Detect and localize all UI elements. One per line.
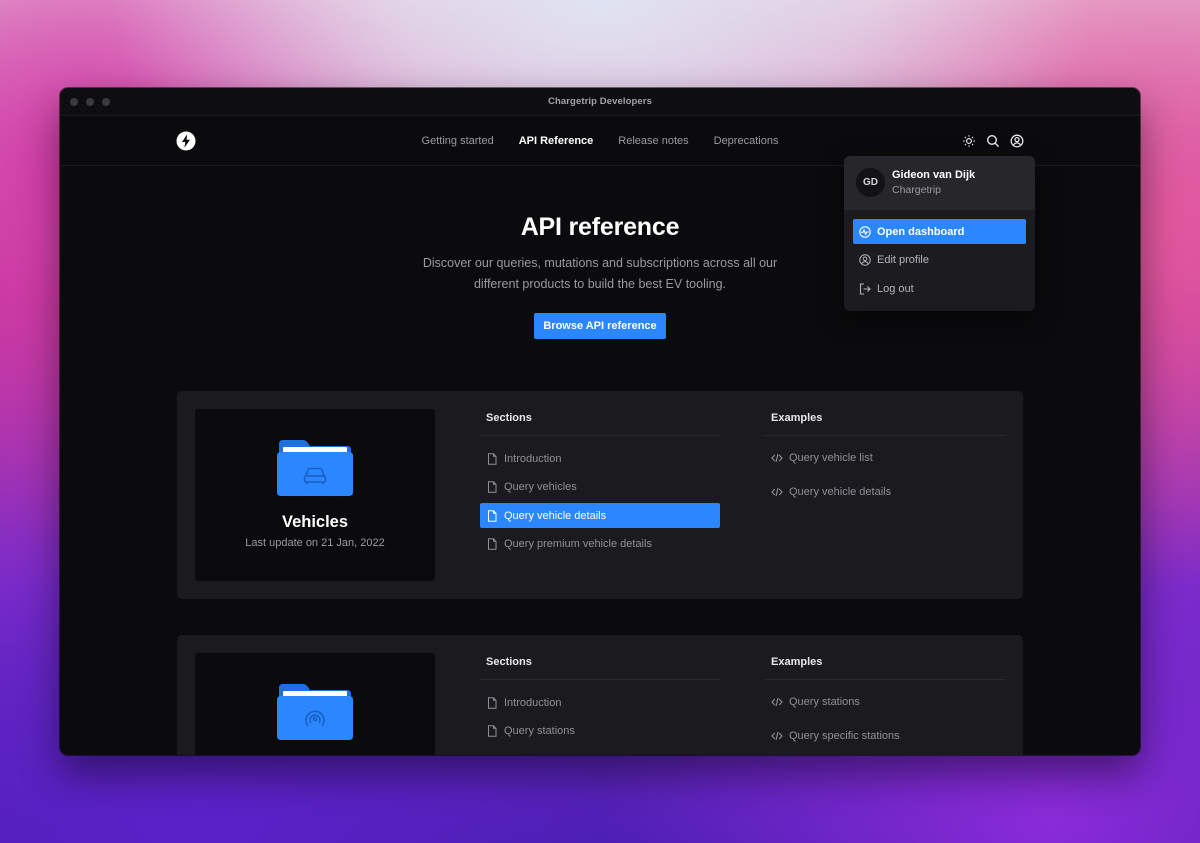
example-item-label: Query vehicle details [789, 485, 892, 498]
sections-column: Sections Introduction Query stations [480, 656, 720, 747]
user-icon[interactable] [1010, 134, 1024, 148]
account-name: Gideon van Dijk [892, 169, 976, 181]
account-organization: Chargetrip [892, 184, 942, 196]
logout-icon [859, 282, 871, 295]
nav-api-reference[interactable]: API Reference [519, 135, 594, 147]
examples-header: Examples [765, 656, 1005, 680]
section-item-introduction[interactable]: Introduction [480, 446, 720, 471]
log-out-menu-item[interactable]: Log out [853, 276, 1026, 301]
examples-column: Examples Query stations Query specific s… [765, 656, 1005, 755]
section-item-label: Introduction [504, 452, 562, 465]
section-item-label: Query vehicles [504, 481, 577, 493]
sections-column: Sections Introduction Query vehicles Que… [480, 412, 720, 560]
section-item-label: Query vehicle details [504, 509, 607, 522]
title-bar: Chargetrip Developers [60, 88, 1140, 116]
section-item-label: Query premium vehicle details [504, 538, 652, 550]
menu-item-label: Edit profile [877, 254, 929, 266]
example-item-query-specific-stations[interactable]: Query specific stations [765, 723, 1005, 748]
edit-profile-menu-item[interactable]: Edit profile [853, 248, 1026, 273]
user-circle-icon [859, 254, 871, 266]
station-folder-icon [277, 684, 353, 740]
card-last-update: Last update on 21 Jan, 2022 [245, 537, 385, 549]
document-icon [488, 696, 497, 709]
avatar: GD [856, 168, 885, 197]
section-item-query-vehicles[interactable]: Query vehicles [480, 475, 720, 500]
app-window: Chargetrip Developers Getting started AP… [60, 88, 1140, 755]
vehicles-card: Vehicles Last update on 21 Jan, 2022 Sec… [177, 391, 1023, 599]
section-item-introduction[interactable]: Introduction [480, 690, 720, 715]
document-icon [488, 452, 497, 465]
examples-header: Examples [765, 412, 1005, 436]
code-icon [771, 731, 783, 740]
menu-item-label: Open dashboard [877, 225, 965, 238]
nav-deprecations[interactable]: Deprecations [714, 135, 779, 147]
document-icon [488, 481, 497, 493]
document-icon [488, 509, 497, 522]
example-item-query-stations[interactable]: Query stations [765, 689, 1005, 714]
car-folder-icon [277, 440, 353, 496]
activity-icon [859, 225, 871, 238]
example-item-label: Query stations [789, 695, 860, 708]
example-item-query-vehicle-list[interactable]: Query vehicle list [765, 445, 1005, 470]
code-icon [771, 487, 783, 496]
nav-getting-started[interactable]: Getting started [422, 135, 494, 147]
section-item-query-premium-vehicle-details[interactable]: Query premium vehicle details [480, 532, 720, 557]
page-description: Discover our queries, mutations and subs… [422, 256, 778, 291]
section-item-label: Query stations [504, 725, 575, 737]
menu-item-label: Log out [877, 282, 914, 295]
nav-release-notes[interactable]: Release notes [618, 135, 688, 147]
examples-column: Examples Query vehicle list Query vehicl… [765, 412, 1005, 513]
stations-card: Sections Introduction Query stations Exa… [177, 635, 1023, 755]
search-icon[interactable] [986, 134, 1000, 148]
card-title: Vehicles [281, 513, 349, 531]
sections-header: Sections [480, 656, 720, 680]
code-icon [771, 453, 783, 462]
document-icon [488, 538, 497, 550]
account-menu-header: GD Gideon van Dijk Chargetrip [844, 156, 1035, 210]
code-icon [771, 697, 783, 706]
open-dashboard-menu-item[interactable]: Open dashboard [853, 219, 1026, 244]
nav-actions [962, 134, 1024, 148]
sections-header: Sections [480, 412, 720, 436]
section-item-query-stations[interactable]: Query stations [480, 719, 720, 744]
example-item-label: Query specific stations [789, 729, 900, 742]
account-menu: GD Gideon van Dijk Chargetrip Open dashb… [844, 156, 1035, 311]
theme-icon[interactable] [962, 134, 976, 148]
card-media[interactable] [195, 653, 435, 755]
example-item-query-vehicle-details[interactable]: Query vehicle details [765, 479, 1005, 504]
section-item-label: Introduction [504, 696, 562, 709]
example-item-label: Query vehicle list [789, 451, 873, 464]
card-media[interactable]: Vehicles Last update on 21 Jan, 2022 [195, 409, 435, 581]
section-item-query-vehicle-details[interactable]: Query vehicle details [480, 503, 720, 528]
browse-api-reference-button[interactable]: Browse API reference [534, 313, 666, 339]
document-icon [488, 725, 497, 737]
window-title: Chargetrip Developers [548, 96, 652, 107]
